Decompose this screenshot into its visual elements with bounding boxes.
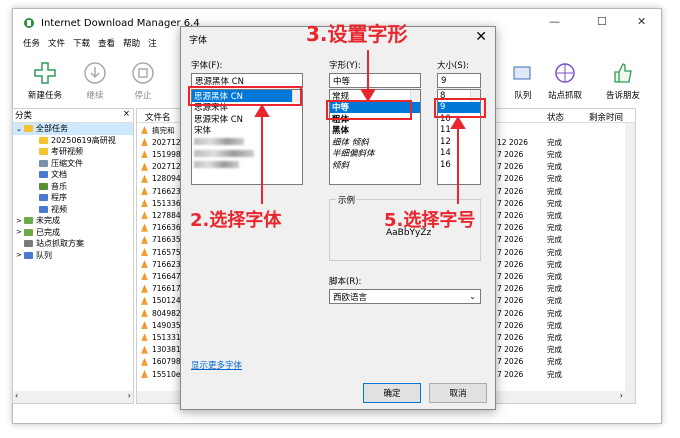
annotation-arrows	[254, 50, 466, 204]
